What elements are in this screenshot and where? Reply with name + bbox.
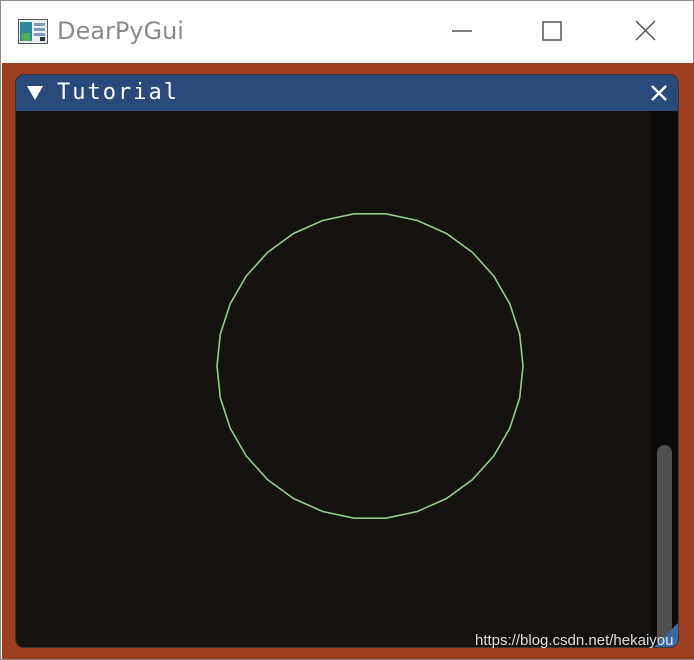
maximize-icon [542,21,562,41]
scrollbar-thumb[interactable] [657,445,672,645]
drawing-canvas[interactable] [16,111,650,648]
window-titlebar[interactable]: DearPyGui [1,1,693,63]
os-window: DearPyGui Tutorial https://blog.csdn.net… [0,0,694,660]
maximize-button[interactable] [529,11,575,51]
minimize-icon [452,30,472,32]
close-window-button[interactable] [622,11,668,51]
tutorial-window-titlebar[interactable]: Tutorial [16,75,678,111]
drawn-circle [216,213,524,520]
minimize-button[interactable] [438,11,484,51]
app-window-icon [18,19,48,44]
tutorial-window[interactable]: Tutorial [15,74,679,648]
close-icon [635,20,656,41]
client-area: Tutorial [2,63,694,659]
tutorial-window-title: Tutorial [57,80,179,105]
app-title: DearPyGui [57,17,184,45]
triangle-down-icon[interactable] [26,85,44,101]
vertical-scrollbar[interactable] [650,111,678,647]
close-icon[interactable] [650,84,668,102]
watermark-text: https://blog.csdn.net/hekaiyou [475,632,674,649]
